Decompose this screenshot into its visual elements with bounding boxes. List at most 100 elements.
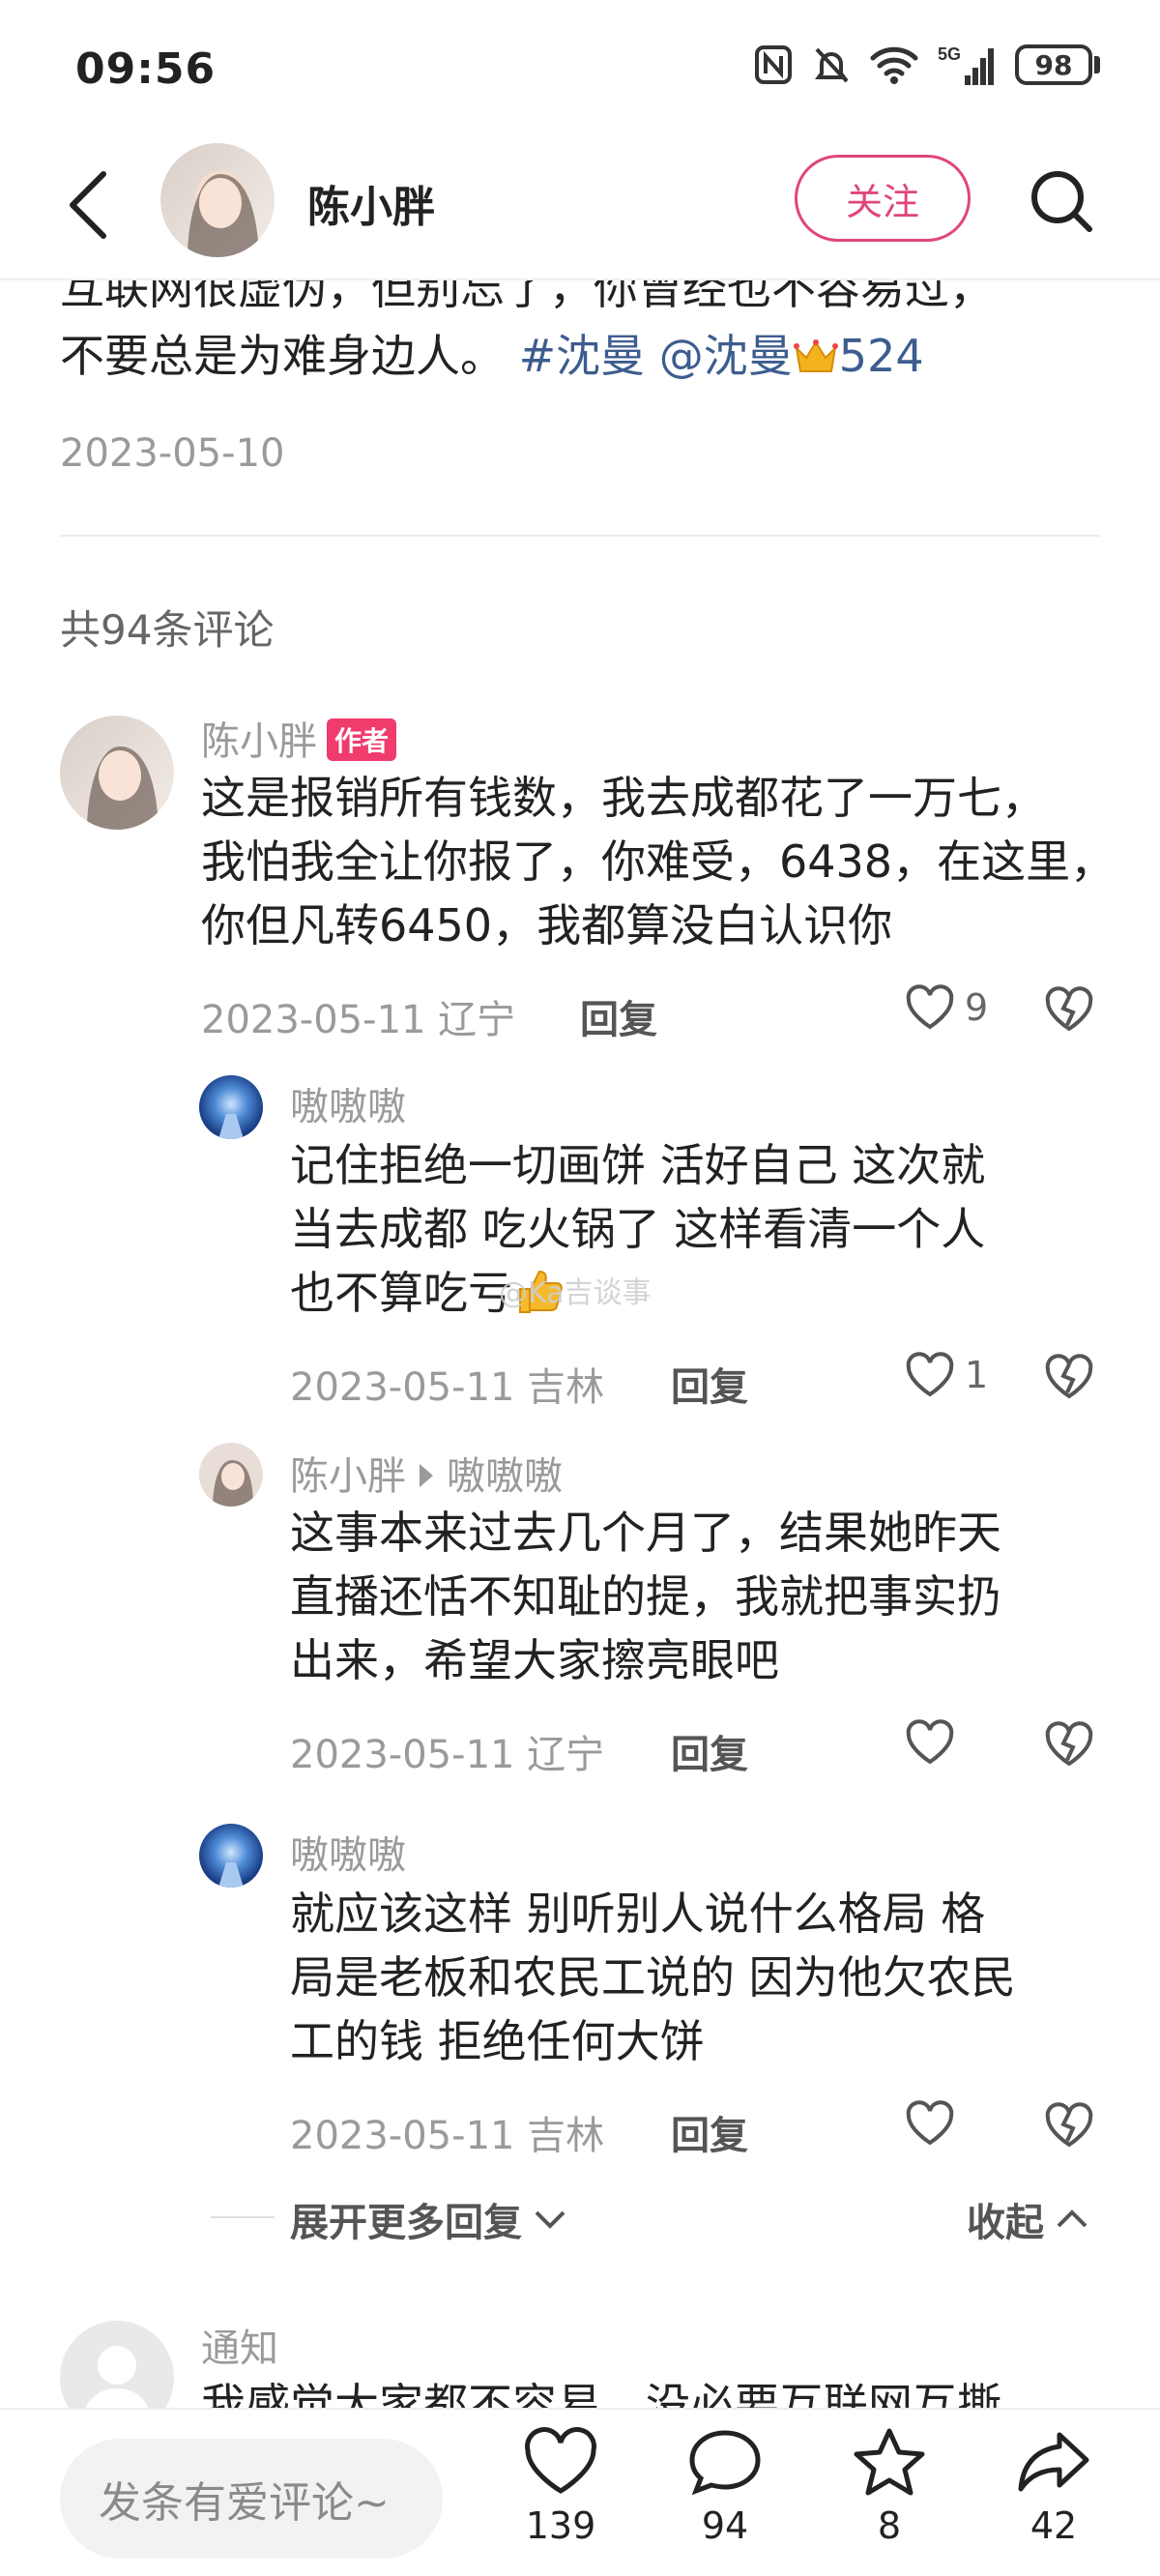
dislike-icon[interactable] [1044,986,1094,1033]
author-avatar[interactable] [160,143,275,257]
reply-line: 当去成都 吃火锅了 这样看清一个人 [290,1203,986,1255]
expand-more-replies-button[interactable]: 展开更多回复 [290,2191,566,2247]
post-share-count: 42 [1030,2504,1078,2547]
reply-line: 就应该这样 别听别人说什么格局 格 [290,1888,986,1940]
post-text: 不要总是为难身边人。 #沈曼 @沈曼 524 [60,321,924,385]
wifi-icon [870,46,918,84]
heart-icon [906,984,954,1030]
reply-line: 出来，希望大家擦亮眼吧 [290,1634,779,1686]
dislike-icon[interactable] [1044,1354,1094,1400]
mute-icon [815,47,849,83]
search-icon [1031,171,1092,232]
like-button[interactable]: 1 [905,1352,988,1398]
like-button[interactable] [905,1719,955,1766]
status-time: 09:56 [75,44,217,94]
reply-line: 直播还恬不知耻的提，我就把事实扔 [290,1570,1001,1623]
post-date: 2023-05-10 [60,431,285,476]
heart-icon [906,1719,954,1765]
reply-username-text: 陈小胖 [290,1454,406,1499]
more-replies-divider [211,2216,275,2218]
comment-username-text: 陈小胖 [201,719,317,764]
reply-meta: 2023-05-11 辽宁 [290,1733,605,1777]
back-button[interactable] [54,166,122,244]
like-post-button[interactable]: 139 [493,2427,628,2547]
follow-button[interactable]: 关注 [795,155,971,242]
comment-line: 你但凡转6450，我都算没白认识你 [201,899,893,951]
heart-icon [525,2427,596,2494]
reply-button[interactable]: 回复 [671,2104,748,2160]
svg-text:5G: 5G [938,44,961,64]
top-header: 陈小胖 关注 [0,135,1160,280]
author-badge: 作者 [327,718,397,761]
dislike-icon[interactable] [1044,2102,1094,2149]
comment-post-button[interactable]: 94 [657,2427,793,2547]
watermark: @Ka吉谈事 [499,1276,652,1310]
comment-avatar[interactable] [60,716,174,830]
reply-line-text: 也不算吃亏 [290,1267,512,1319]
chevron-left-icon [70,171,106,239]
like-count: 9 [965,986,989,1029]
reply-username[interactable]: 嗷嗷嗷 [290,1075,406,1131]
reply-meta: 2023-05-11 吉林 [290,2114,605,2158]
search-button[interactable] [1023,162,1100,240]
expand-more-label: 展开更多回复 [290,2201,522,2245]
comment-input[interactable]: 发条有爱评论~ [60,2439,443,2559]
comment-count: 共94条评论 [60,606,275,654]
collapse-label: 收起 [967,2201,1044,2245]
reply-username[interactable]: 陈小胖 嗷嗷嗷 [290,1445,563,1501]
comment-meta: 2023-05-11 辽宁 [201,998,516,1042]
share-icon [1018,2432,1089,2492]
post-comment-count: 94 [701,2504,749,2547]
status-bar: 09:56 5G 98 [0,0,1160,135]
post-like-count: 139 [525,2504,596,2547]
comment-bubble-icon [689,2430,761,2496]
reply-text: 这事本来过去几个月了，结果她昨天 直播还恬不知耻的提，我就把事实扔 出来，希望大… [290,1501,1001,1692]
comment-line: 我怕我全让你报了，你难受，6438，在这里， [201,835,1116,888]
heart-icon [906,2100,954,2146]
comment-username[interactable]: 通知 [201,2317,278,2373]
signal-5g-icon: 5G [938,44,994,85]
topic-tag[interactable]: #沈曼 [519,330,646,382]
battery-level: 98 [1015,44,1092,85]
user-mention[interactable]: @沈曼 [659,330,793,382]
reply-line: 这事本来过去几个月了，结果她昨天 [290,1507,1001,1559]
reply-username[interactable]: 嗷嗷嗷 [290,1824,406,1880]
comment-line: 这是报销所有钱数，我去成都花了一万七， [201,772,1046,824]
comment-username[interactable]: 陈小胖 作者 [201,710,397,766]
reply-to-username[interactable]: 嗷嗷嗷 [447,1454,563,1499]
reply-text: 就应该这样 别听别人说什么格局 格 局是老板和农民工说的 因为他欠农民 工的钱 … [290,1882,1016,2073]
favorite-post-button[interactable]: 8 [822,2427,957,2547]
reply-to-arrow-icon [420,1464,433,1487]
dislike-icon[interactable] [1044,1721,1094,1768]
status-icons: 5G 98 [754,43,1100,87]
reply-button[interactable]: 回复 [580,988,657,1044]
collapse-button[interactable]: 收起 [967,2191,1088,2247]
reply-button[interactable]: 回复 [671,1356,748,1412]
reply-line: 局是老板和农民工说的 因为他欠农民 [290,1951,1016,2004]
heart-icon [906,1352,954,1397]
chevron-down-icon [535,2210,566,2229]
reply-line: 记住拒绝一切画饼 活好自己 这次就 [290,1139,986,1191]
reply-avatar[interactable] [199,1824,263,1888]
nfc-icon [755,45,792,84]
crown-icon [793,339,838,372]
reply-button[interactable]: 回复 [671,1723,748,1779]
divider [60,535,1100,537]
author-name: 陈小胖 [307,183,435,232]
like-button[interactable] [905,2100,955,2147]
reply-line: 工的钱 拒绝任何大饼 [290,2015,705,2067]
reply-meta: 2023-05-11 吉林 [290,1365,605,1410]
mention-suffix[interactable]: 524 [839,330,924,382]
reply-avatar[interactable] [199,1443,263,1507]
comment-text: 这是报销所有钱数，我去成都花了一万七， 我怕我全让你报了，你难受，6438，在这… [201,766,1115,957]
bottom-action-bar: 发条有爱评论~ 139 94 8 42 [0,2408,1160,2576]
reply-avatar[interactable] [199,1075,263,1139]
post-text-line: 不要总是为难身边人。 [60,330,505,382]
battery-indicator: 98 [1015,44,1100,85]
star-icon [854,2428,925,2496]
post-favorite-count: 8 [877,2504,902,2547]
like-button[interactable]: 9 [905,984,988,1031]
share-post-button[interactable]: 42 [986,2427,1121,2547]
like-count: 1 [965,1354,989,1396]
chevron-up-icon [1057,2210,1088,2228]
